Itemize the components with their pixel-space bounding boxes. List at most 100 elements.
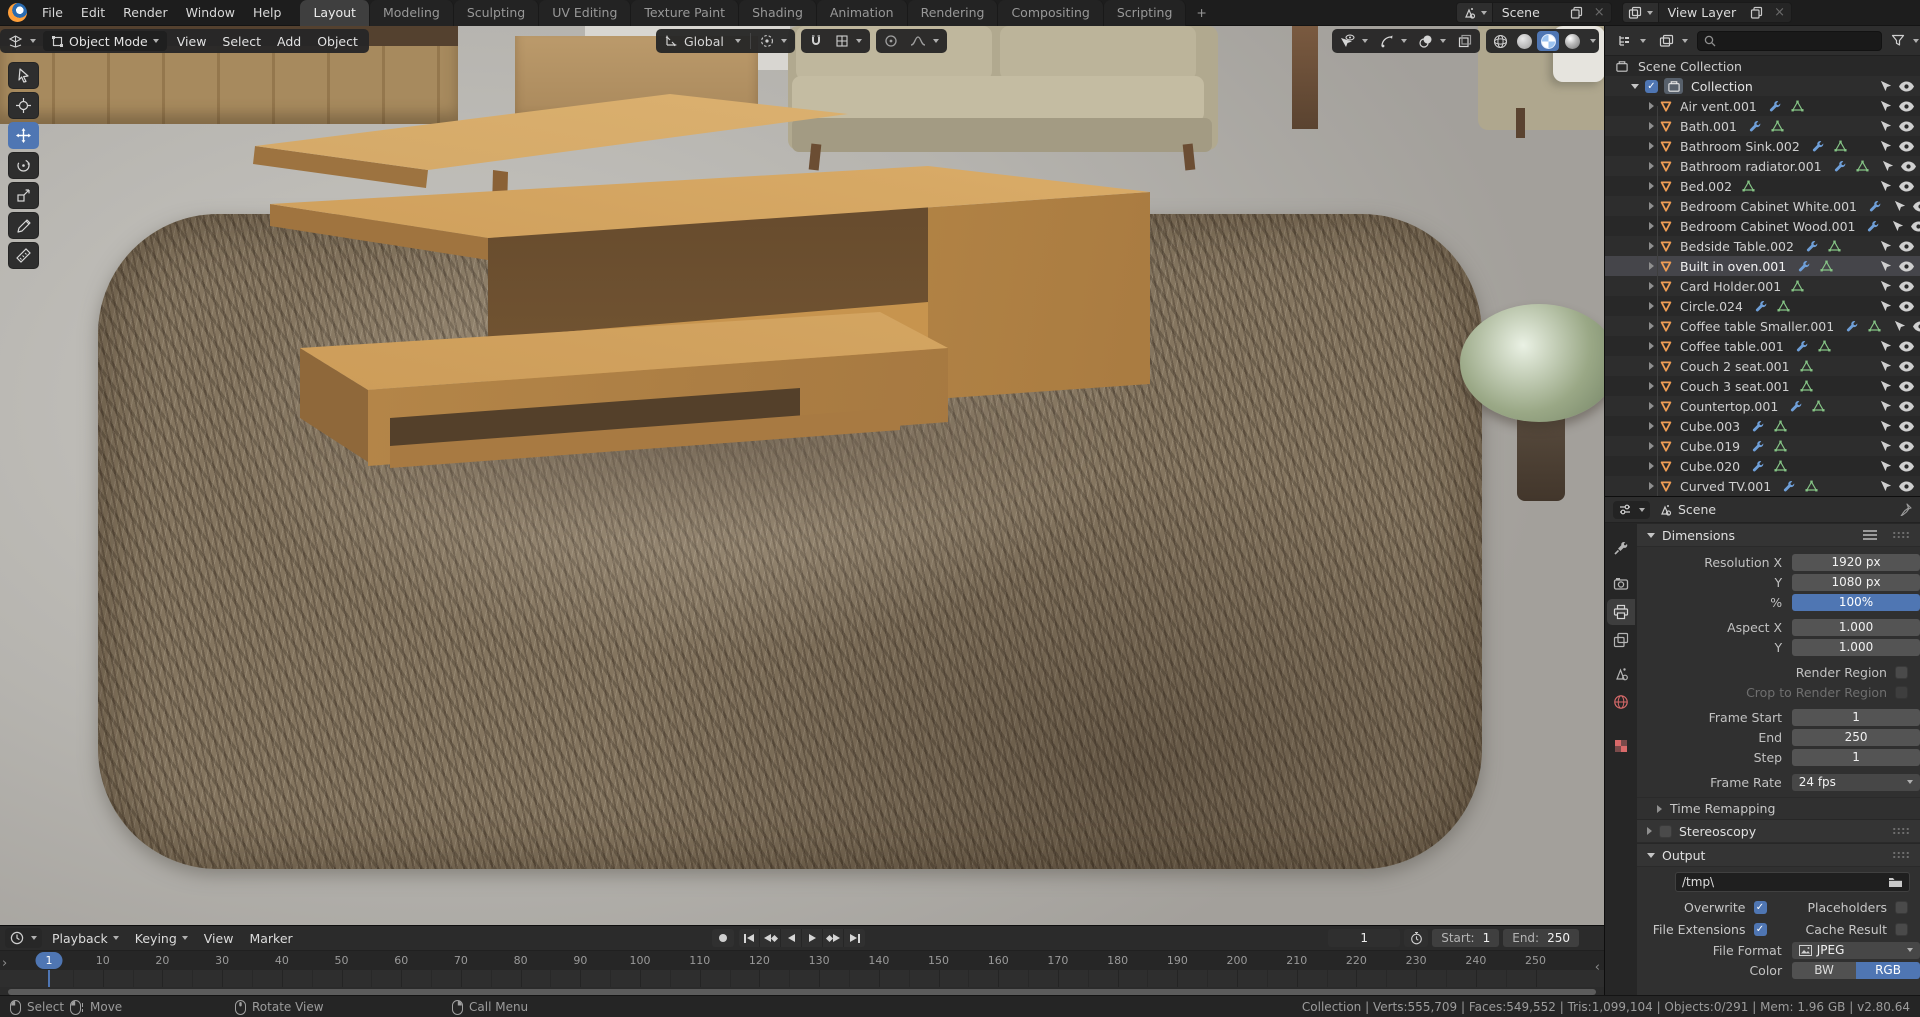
overlays-dropdown[interactable] <box>1414 31 1451 51</box>
playhead[interactable] <box>48 970 50 987</box>
visibility-eye-icon[interactable] <box>1913 321 1920 332</box>
modifier-wrench-icon[interactable] <box>1755 300 1767 312</box>
expand-icon[interactable] <box>1649 482 1654 490</box>
collection-row[interactable]: ✓ Collection <box>1605 76 1920 96</box>
expand-icon[interactable] <box>1649 362 1654 370</box>
frame-end-field[interactable]: 250 <box>1792 728 1920 746</box>
breadcrumb-label[interactable]: Scene <box>1678 502 1716 517</box>
workspace-tab[interactable]: Scripting <box>1103 0 1187 26</box>
tool-select-box[interactable] <box>8 62 39 89</box>
drag-dots-icon[interactable] <box>1892 531 1910 539</box>
aspect-x-field[interactable]: 1.000 <box>1792 618 1920 636</box>
modifier-wrench-icon[interactable] <box>1752 420 1764 432</box>
output-panel-header[interactable]: Output <box>1637 843 1920 867</box>
outliner-object-row[interactable]: Bathroom radiator.001 <box>1605 156 1920 176</box>
unlink-scene-button[interactable]: × <box>1588 5 1611 20</box>
object-name[interactable]: Air vent.001 <box>1680 99 1757 114</box>
outliner-display-mode-dropdown[interactable] <box>1613 32 1650 50</box>
visibility-eye-icon[interactable] <box>1900 161 1916 172</box>
mesh-data-icon[interactable] <box>1856 160 1869 172</box>
selectable-pointer-icon[interactable] <box>1893 200 1907 213</box>
pin-icon[interactable] <box>1899 503 1912 516</box>
mesh-data-icon[interactable] <box>1791 100 1804 112</box>
viewport-menu-item[interactable]: View <box>169 31 215 51</box>
outliner-object-row[interactable]: Coffee table.001 <box>1605 336 1920 356</box>
visibility-eye-icon[interactable] <box>1899 81 1914 92</box>
add-workspace-button[interactable]: + <box>1186 5 1216 20</box>
expand-icon[interactable] <box>1649 202 1654 210</box>
blender-logo-icon[interactable] <box>8 3 27 22</box>
object-name[interactable]: Card Holder.001 <box>1680 279 1781 294</box>
workspace-tab[interactable]: Compositing <box>998 0 1104 26</box>
mesh-data-icon[interactable] <box>1742 180 1755 192</box>
visibility-eye-icon[interactable] <box>1899 361 1914 372</box>
expand-icon[interactable] <box>1649 302 1654 310</box>
proportional-editing-toggle[interactable] <box>879 31 903 51</box>
time-remapping-subpanel[interactable]: Time Remapping <box>1637 797 1920 819</box>
search-input[interactable] <box>1721 32 1875 49</box>
scene-browse-button[interactable] <box>1456 3 1493 22</box>
new-scene-button[interactable] <box>1565 3 1588 22</box>
outliner-filter-type-dropdown[interactable] <box>1655 32 1692 50</box>
workspace-tab[interactable]: Shading <box>739 0 817 26</box>
mesh-data-icon[interactable] <box>1818 340 1831 352</box>
menu-item[interactable]: Window <box>177 2 244 23</box>
outliner-object-row[interactable]: Bedroom Cabinet Wood.001 <box>1605 216 1920 236</box>
jump-to-end-button[interactable] <box>844 929 865 947</box>
object-name[interactable]: Coffee table Smaller.001 <box>1680 319 1834 334</box>
tab-tool[interactable] <box>1607 535 1635 561</box>
object-name[interactable]: Cube.020 <box>1680 459 1740 474</box>
resolution-x-field[interactable]: 1920 px <box>1792 553 1920 571</box>
selectable-pointer-icon[interactable] <box>1881 160 1895 173</box>
current-frame-badge[interactable]: 1 <box>35 952 63 969</box>
mesh-data-icon[interactable] <box>1774 440 1787 452</box>
timeline-track[interactable] <box>0 970 1604 987</box>
expand-icon[interactable] <box>1649 422 1654 430</box>
expand-icon[interactable] <box>1649 122 1654 130</box>
view-layer-name[interactable]: View Layer <box>1659 5 1746 20</box>
expand-icon[interactable] <box>1649 382 1654 390</box>
object-name[interactable]: Couch 3 seat.001 <box>1680 379 1790 394</box>
selectable-pointer-icon[interactable] <box>1879 120 1893 133</box>
workspace-tab[interactable]: Texture Paint <box>631 0 740 26</box>
visibility-eye-icon[interactable] <box>1899 381 1914 392</box>
expand-icon[interactable] <box>1649 102 1654 110</box>
outliner-object-row[interactable]: Bathroom Sink.002 <box>1605 136 1920 156</box>
color-bw-button[interactable]: BW <box>1792 961 1857 979</box>
expand-icon[interactable] <box>1649 142 1654 150</box>
collapse-right-panel-arrow[interactable]: ‹ <box>1595 960 1600 975</box>
modifier-wrench-icon[interactable] <box>1834 160 1846 172</box>
viewport-menu-item[interactable]: Object <box>309 31 366 51</box>
collapse-icon[interactable] <box>1631 83 1639 89</box>
current-frame-field[interactable]: 1 <box>1328 929 1401 947</box>
modifier-wrench-icon[interactable] <box>1752 440 1764 452</box>
use-preview-range-button[interactable] <box>1404 929 1429 947</box>
mesh-data-icon[interactable] <box>1771 120 1784 132</box>
expand-icon[interactable] <box>1649 402 1654 410</box>
new-view-layer-button[interactable] <box>1745 3 1768 22</box>
object-name[interactable]: Bathroom Sink.002 <box>1680 139 1800 154</box>
modifier-wrench-icon[interactable] <box>1846 320 1858 332</box>
visibility-eye-icon[interactable] <box>1899 441 1914 452</box>
3d-viewport[interactable]: Object Mode View Select Add Object Global <box>0 26 1605 925</box>
object-name[interactable]: Circle.024 <box>1680 299 1743 314</box>
visibility-eye-icon[interactable] <box>1912 201 1920 212</box>
expand-icon[interactable] <box>1649 262 1654 270</box>
auto-keying-button[interactable] <box>712 929 734 947</box>
outliner-object-row[interactable]: Cube.019 <box>1605 436 1920 456</box>
expand-icon[interactable] <box>1649 342 1654 350</box>
tool-move[interactable] <box>8 122 39 149</box>
outliner-object-row[interactable]: Bed.002 <box>1605 176 1920 196</box>
drag-dots-icon[interactable] <box>1892 851 1910 859</box>
tool-cursor[interactable] <box>8 92 39 119</box>
mode-dropdown[interactable]: Object Mode <box>43 31 167 51</box>
workspace-tab[interactable]: Animation <box>816 0 908 26</box>
render-region-checkbox[interactable] <box>1895 665 1908 679</box>
object-visibility-dropdown[interactable] <box>1335 31 1373 51</box>
object-name[interactable]: Bedroom Cabinet Wood.001 <box>1680 219 1855 234</box>
stereoscopy-panel-header[interactable]: Stereoscopy <box>1637 819 1920 843</box>
menu-item[interactable]: Edit <box>72 2 114 23</box>
timeline-ruler[interactable]: 1 10 20 30 40 50 60 70 80 90 100 110 120 130 140 150 16… <box>0 950 1604 970</box>
visibility-eye-icon[interactable] <box>1899 341 1914 352</box>
visibility-eye-icon[interactable] <box>1899 481 1914 492</box>
